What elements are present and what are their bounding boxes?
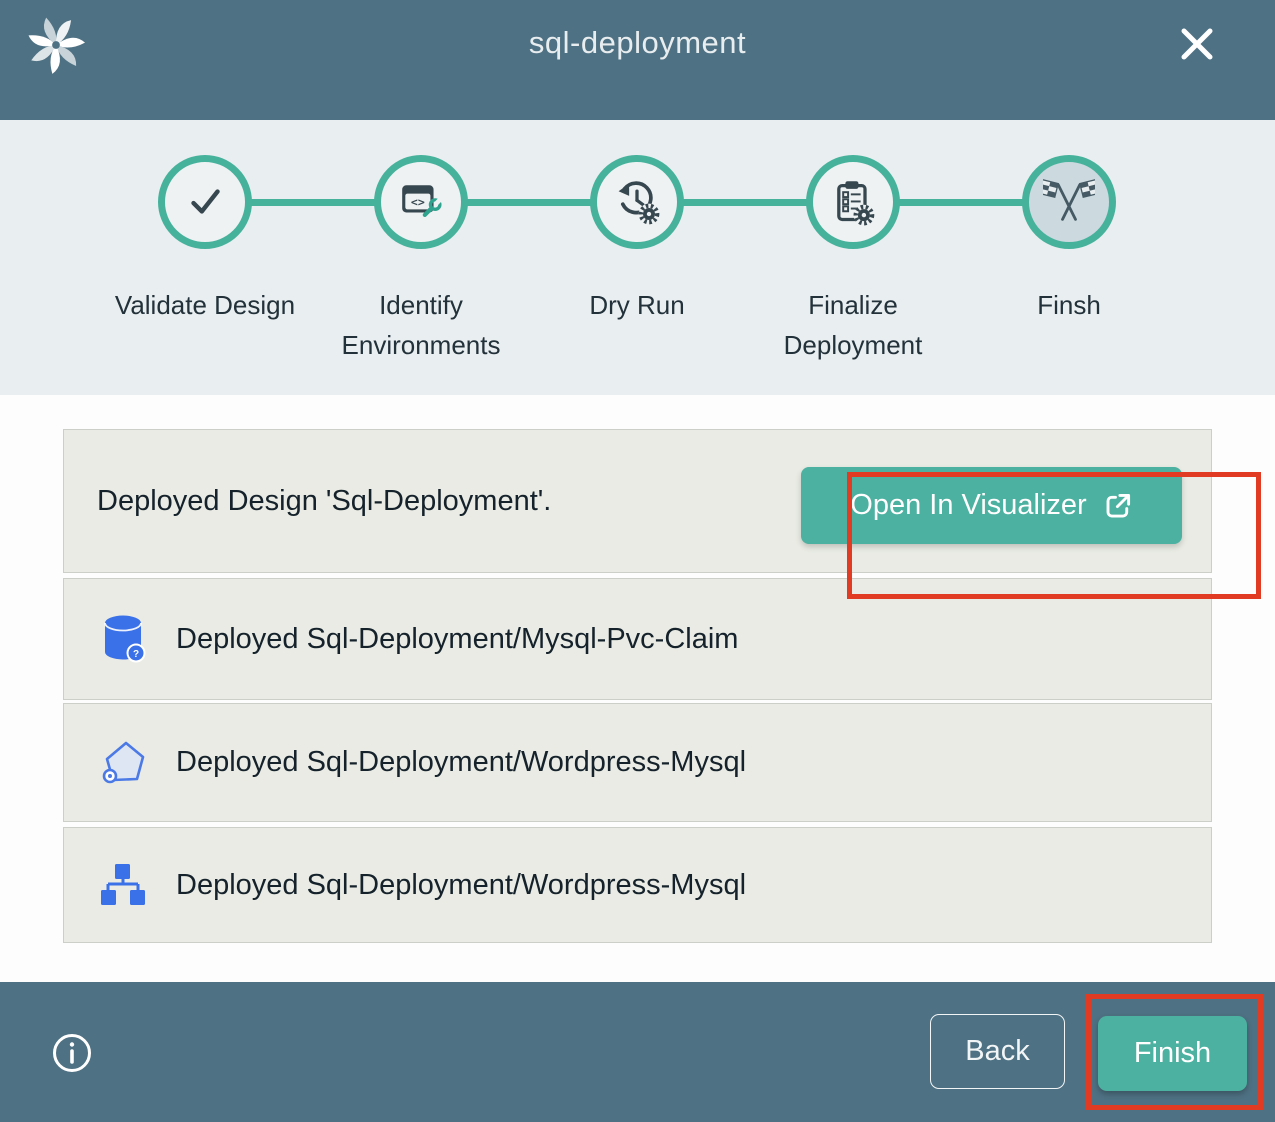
external-link-icon xyxy=(1103,491,1133,521)
back-button[interactable]: Back xyxy=(930,1014,1065,1089)
finish-button[interactable]: Finish xyxy=(1098,1016,1247,1091)
results-area: Deployed Design 'Sql-Deployment'. Open I… xyxy=(0,395,1275,982)
history-gear-icon xyxy=(613,178,661,226)
step-label: Dry Run xyxy=(589,286,684,326)
clipboard-gear-icon xyxy=(829,178,877,226)
open-in-visualizer-button[interactable]: Open In Visualizer xyxy=(801,467,1182,544)
hierarchy-icon xyxy=(99,859,147,911)
checkered-flags-icon xyxy=(1043,178,1095,226)
modal-header: sql-deployment xyxy=(0,0,1275,120)
step-dry-run: Dry Run xyxy=(529,120,745,366)
modal-title: sql-deployment xyxy=(0,25,1275,61)
step-finish: Finsh xyxy=(961,120,1177,366)
deployed-resource-row: Deployed Sql-Deployment/Wordpress-Mysql xyxy=(63,703,1212,822)
step-circle[interactable]: <> xyxy=(374,155,468,249)
close-icon[interactable] xyxy=(1177,24,1217,64)
step-finalize-deployment: Finalize Deployment xyxy=(745,120,961,366)
step-label: Identify Environments xyxy=(326,286,516,366)
step-identify-environments: <> Identify Environments xyxy=(313,120,529,366)
step-label: Validate Design xyxy=(115,286,295,326)
step-label: Finalize Deployment xyxy=(758,286,948,366)
database-icon: ? xyxy=(99,613,147,665)
deployed-design-row: Deployed Design 'Sql-Deployment'. Open I… xyxy=(63,429,1212,573)
svg-text:?: ? xyxy=(133,649,139,660)
deployed-resource-text: Deployed Sql-Deployment/Wordpress-Mysql xyxy=(176,869,746,902)
step-circle[interactable] xyxy=(158,155,252,249)
deployment-modal: sql-deployment Validate Design xyxy=(0,0,1275,1122)
open-in-visualizer-label: Open In Visualizer xyxy=(850,489,1086,522)
step-label: Finsh xyxy=(1037,286,1101,326)
deployed-resource-text: Deployed Sql-Deployment/Wordpress-Mysql xyxy=(176,746,746,779)
step-validate-design: Validate Design xyxy=(97,120,313,366)
deployed-resource-row: ? Deployed Sql-Deployment/Mysql-Pvc-Clai… xyxy=(63,578,1212,700)
modal-footer xyxy=(0,982,1275,1122)
svg-text:<>: <> xyxy=(411,195,425,209)
code-window-wrench-icon: <> xyxy=(398,179,444,225)
step-circle[interactable] xyxy=(806,155,900,249)
step-circle-active[interactable] xyxy=(1022,155,1116,249)
pod-pentagon-icon xyxy=(99,737,147,789)
info-circle-icon[interactable] xyxy=(50,1031,94,1075)
step-circle[interactable] xyxy=(590,155,684,249)
deployed-design-text: Deployed Design 'Sql-Deployment'. xyxy=(97,485,551,518)
deployment-stepper: Validate Design <> Identify xyxy=(0,120,1275,395)
deployed-resource-row: Deployed Sql-Deployment/Wordpress-Mysql xyxy=(63,827,1212,943)
deployed-resource-text: Deployed Sql-Deployment/Mysql-Pvc-Claim xyxy=(176,623,738,656)
check-icon xyxy=(182,179,228,225)
